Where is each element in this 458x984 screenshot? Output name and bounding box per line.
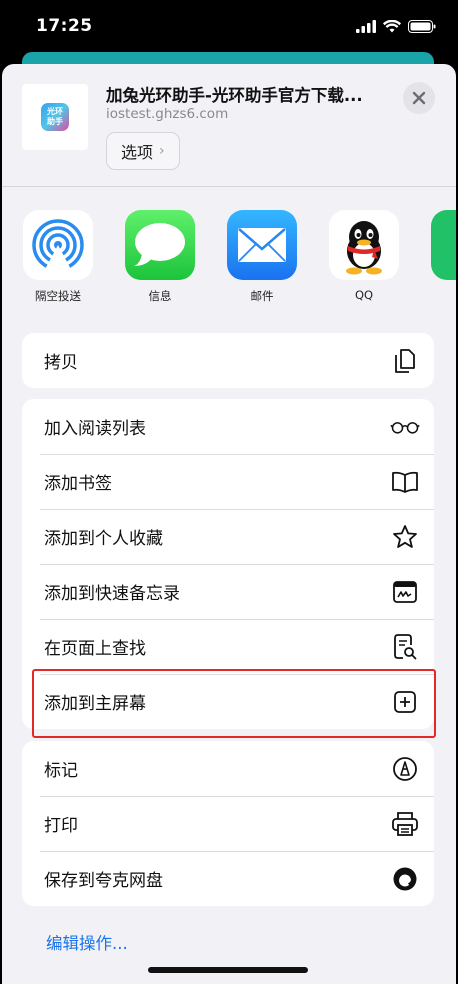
app-label: QQ <box>354 288 374 302</box>
action-print[interactable]: 打印 <box>22 796 434 851</box>
site-icon: 光环 助手 <box>22 84 88 150</box>
action-copy[interactable]: 拷贝 <box>22 333 434 388</box>
action-label: 打印 <box>44 816 78 836</box>
app-partial[interactable] <box>426 210 456 280</box>
action-group-copy: 拷贝 <box>22 333 434 388</box>
share-sheet: 光环 助手 加兔光环助手-光环助手官方下载... iostest.ghzs6.co… <box>2 64 456 984</box>
app-logo-icon: 光环 助手 <box>41 103 69 131</box>
action-label: 保存到夸克网盘 <box>44 871 163 891</box>
app-mail[interactable]: 邮件 <box>222 210 302 304</box>
action-add-quick-note[interactable]: 添加到快速备忘录 <box>22 564 434 619</box>
status-bar: 17:25 <box>0 0 458 58</box>
printer-icon <box>390 809 420 839</box>
app-airdrop[interactable]: 隔空投送 <box>18 210 98 304</box>
add-square-icon <box>390 687 420 717</box>
wifi-icon <box>383 20 401 33</box>
close-button[interactable] <box>403 82 435 114</box>
find-in-page-icon <box>390 632 420 662</box>
app-label: 隔空投送 <box>35 289 81 303</box>
status-icons <box>356 20 436 33</box>
quick-note-icon <box>390 577 420 607</box>
action-add-favorites[interactable]: 添加到个人收藏 <box>22 509 434 564</box>
app-messages[interactable]: 信息 <box>120 210 200 304</box>
close-icon <box>412 91 426 105</box>
action-label: 在页面上查找 <box>44 639 146 659</box>
action-label: 拷贝 <box>44 353 78 373</box>
app-label: 信息 <box>148 289 172 303</box>
action-label: 添加到主屏幕 <box>44 694 146 714</box>
page-title: 加兔光环助手-光环助手官方下载... <box>106 86 363 105</box>
messages-icon <box>125 210 195 280</box>
battery-icon <box>408 20 436 33</box>
options-label: 选项 <box>121 143 154 162</box>
app-qq[interactable]: QQ <box>324 210 404 302</box>
mail-icon <box>227 210 297 280</box>
signal-icon <box>356 20 376 33</box>
action-label: 添加到快速备忘录 <box>44 584 180 604</box>
status-time: 17:25 <box>36 16 93 36</box>
action-label: 标记 <box>44 761 78 781</box>
share-sheet-header: 光环 助手 加兔光环助手-光环助手官方下载... iostest.ghzs6.co… <box>2 64 456 186</box>
home-indicator[interactable] <box>148 967 308 973</box>
action-group-main: 加入阅读列表 添加书签 添加到个人收藏 添加到快速备忘录 在页面上查找 添加到主… <box>22 399 434 729</box>
app-label: 邮件 <box>250 289 274 303</box>
action-markup[interactable]: 标记 <box>22 741 434 796</box>
page-url: iostest.ghzs6.com <box>106 106 229 122</box>
action-label: 添加到个人收藏 <box>44 529 163 549</box>
markup-icon <box>390 754 420 784</box>
glasses-icon <box>390 412 420 442</box>
star-icon <box>390 522 420 552</box>
chevron-right-icon: › <box>159 143 165 159</box>
action-add-bookmark[interactable]: 添加书签 <box>22 454 434 509</box>
qq-icon <box>329 210 399 280</box>
airdrop-icon <box>23 210 93 280</box>
action-save-to-quark[interactable]: 保存到夸克网盘 <box>22 851 434 906</box>
copy-icon <box>390 346 420 376</box>
header-divider <box>2 186 456 187</box>
action-label: 添加书签 <box>44 474 112 494</box>
edit-actions-link[interactable]: 编辑操作... <box>46 930 128 954</box>
share-apps-row: 隔空投送 信息 邮件 QQ <box>2 210 456 310</box>
quark-icon <box>390 864 420 894</box>
partial-app-icon <box>431 210 456 280</box>
action-add-to-home-screen[interactable]: 添加到主屏幕 <box>22 674 434 729</box>
book-icon <box>390 467 420 497</box>
action-add-reading-list[interactable]: 加入阅读列表 <box>22 399 434 454</box>
action-label: 加入阅读列表 <box>44 419 146 439</box>
action-find-on-page[interactable]: 在页面上查找 <box>22 619 434 674</box>
action-group-extras: 标记 打印 保存到夸克网盘 <box>22 741 434 906</box>
options-button[interactable]: 选项 › <box>106 132 180 170</box>
